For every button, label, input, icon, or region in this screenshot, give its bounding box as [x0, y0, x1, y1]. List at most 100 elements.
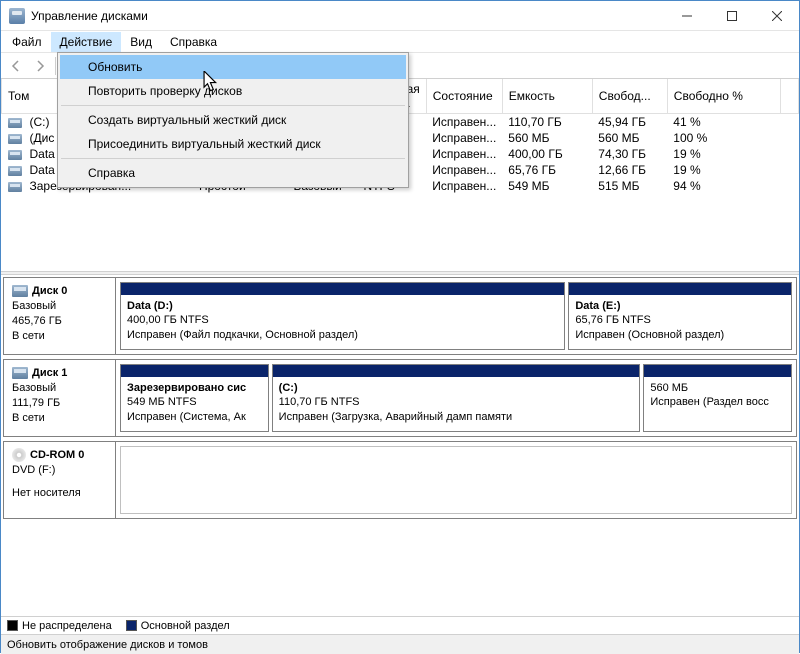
partition-color-bar [644, 365, 791, 377]
disk-partitions: Зарезервировано сис549 МБ NTFSИсправен (… [116, 360, 796, 436]
disk-icon [8, 182, 22, 192]
legend-unallocated: Не распределена [22, 620, 112, 632]
action-dropdown: Обновить Повторить проверку дисков Созда… [57, 52, 409, 188]
maximize-button[interactable] [709, 1, 754, 30]
disk-kind: DVD (F:) [12, 463, 107, 478]
vol-free: 45,94 ГБ [592, 114, 667, 131]
menu-view[interactable]: Вид [121, 32, 161, 52]
vol-cap: 65,76 ГБ [502, 162, 592, 178]
disk-icon [8, 150, 22, 160]
disk-icon [8, 118, 22, 128]
vol-state: Исправен... [426, 114, 502, 131]
vol-pct: 41 % [667, 114, 780, 131]
disk-graphic[interactable]: Диск 0Базовый465,76 ГБВ сетиData (D:)400… [3, 277, 797, 355]
menu-bar: Файл Действие Вид Справка Обновить Повто… [1, 31, 799, 53]
partition-size: 65,76 ГБ NTFS [575, 313, 785, 327]
vol-free: 74,30 ГБ [592, 146, 667, 162]
vol-free: 560 МБ [592, 130, 667, 146]
partition[interactable]: Data (E:)65,76 ГБ NTFSИсправен (Основной… [568, 282, 792, 350]
partition-color-bar [273, 365, 640, 377]
legend-swatch-unallocated [7, 620, 18, 631]
partition-label: Data (D:) [127, 299, 558, 313]
disk-header[interactable]: Диск 0Базовый465,76 ГБВ сети [4, 278, 116, 354]
disk-partitions [120, 446, 792, 514]
vol-cap: 400,00 ГБ [502, 146, 592, 162]
status-bar: Обновить отображение дисков и томов [1, 634, 799, 654]
forward-button[interactable] [29, 55, 51, 77]
col-free[interactable]: Свобод... [592, 79, 667, 114]
disk-graphic[interactable]: Диск 1Базовый111,79 ГБВ сетиЗарезервиров… [3, 359, 797, 437]
partition[interactable]: (C:)110,70 ГБ NTFSИсправен (Загрузка, Ав… [272, 364, 641, 432]
disk-size: 111,79 ГБ [12, 396, 107, 411]
vol-pct: 19 % [667, 162, 780, 178]
partition-color-bar [121, 283, 564, 295]
menu-action[interactable]: Действие [51, 32, 122, 52]
partition[interactable]: Data (D:)400,00 ГБ NTFSИсправен (Файл по… [120, 282, 565, 350]
partition-size: 560 МБ [650, 381, 785, 395]
partition-color-bar [569, 283, 791, 295]
menu-file[interactable]: Файл [3, 32, 51, 52]
partition-size: 549 МБ NTFS [127, 395, 262, 409]
cd-icon [12, 448, 26, 462]
close-button[interactable] [754, 1, 799, 30]
menu-rescan[interactable]: Повторить проверку дисков [60, 79, 406, 103]
partition-state: Исправен (Раздел восс [650, 395, 785, 409]
menu-help-item[interactable]: Справка [60, 161, 406, 185]
legend-primary: Основной раздел [141, 620, 230, 632]
partition[interactable]: Зарезервировано сис549 МБ NTFSИсправен (… [120, 364, 269, 432]
toolbar-separator [55, 57, 56, 75]
back-button[interactable] [5, 55, 27, 77]
disk-header[interactable]: CD-ROM 0DVD (F:)Нет носителя [4, 442, 116, 518]
partition-state: Исправен (Основной раздел) [575, 328, 785, 342]
col-capacity[interactable]: Емкость [502, 79, 592, 114]
col-state[interactable]: Состояние [426, 79, 502, 114]
partition-state: Исправен (Файл подкачки, Основной раздел… [127, 328, 558, 342]
partition-size: 400,00 ГБ NTFS [127, 313, 558, 327]
disk-graphic[interactable]: CD-ROM 0DVD (F:)Нет носителя [3, 441, 797, 519]
vol-pct: 100 % [667, 130, 780, 146]
disk-name: CD-ROM 0 [30, 448, 84, 463]
partition-label: (C:) [279, 381, 634, 395]
menu-create-vhd[interactable]: Создать виртуальный жесткий диск [60, 108, 406, 132]
disk-name: Диск 1 [32, 366, 67, 381]
vol-free: 515 МБ [592, 178, 667, 194]
partition-label: Data (E:) [575, 299, 785, 313]
hdd-icon [12, 367, 28, 379]
col-freepct[interactable]: Свободно % [667, 79, 780, 114]
disk-header[interactable]: Диск 1Базовый111,79 ГБВ сети [4, 360, 116, 436]
disk-icon [8, 166, 22, 176]
disk-name: Диск 0 [32, 284, 67, 299]
vol-cap: 560 МБ [502, 130, 592, 146]
minimize-button[interactable] [664, 1, 709, 30]
title-bar: Управление дисками [1, 1, 799, 31]
vol-state: Исправен... [426, 178, 502, 194]
vol-state: Исправен... [426, 130, 502, 146]
menu-separator [61, 105, 405, 106]
disk-kind: Базовый [12, 299, 107, 314]
vol-cap: 549 МБ [502, 178, 592, 194]
vol-state: Исправен... [426, 162, 502, 178]
menu-attach-vhd[interactable]: Присоединить виртуальный жесткий диск [60, 132, 406, 156]
col-spare[interactable] [781, 79, 799, 114]
app-icon [9, 8, 25, 24]
hdd-icon [12, 285, 28, 297]
disk-status: В сети [12, 329, 107, 344]
legend: Не распределена Основной раздел [1, 616, 799, 634]
disk-status: В сети [12, 411, 107, 426]
menu-help[interactable]: Справка [161, 32, 226, 52]
partition-color-bar [121, 365, 268, 377]
partition-size: 110,70 ГБ NTFS [279, 395, 634, 409]
disk-kind: Базовый [12, 381, 107, 396]
partition-state: Исправен (Система, Ак [127, 410, 262, 424]
disk-partitions: Data (D:)400,00 ГБ NTFSИсправен (Файл по… [116, 278, 796, 354]
partition[interactable]: 560 МБИсправен (Раздел восс [643, 364, 792, 432]
disk-icon [8, 134, 22, 144]
disk-size: 465,76 ГБ [12, 314, 107, 329]
legend-swatch-primary [126, 620, 137, 631]
vol-pct: 94 % [667, 178, 780, 194]
vol-cap: 110,70 ГБ [502, 114, 592, 131]
menu-refresh[interactable]: Обновить [60, 55, 406, 79]
vol-pct: 19 % [667, 146, 780, 162]
graphical-disk-pane: Диск 0Базовый465,76 ГБВ сетиData (D:)400… [1, 275, 799, 616]
window-title: Управление дисками [31, 9, 664, 23]
